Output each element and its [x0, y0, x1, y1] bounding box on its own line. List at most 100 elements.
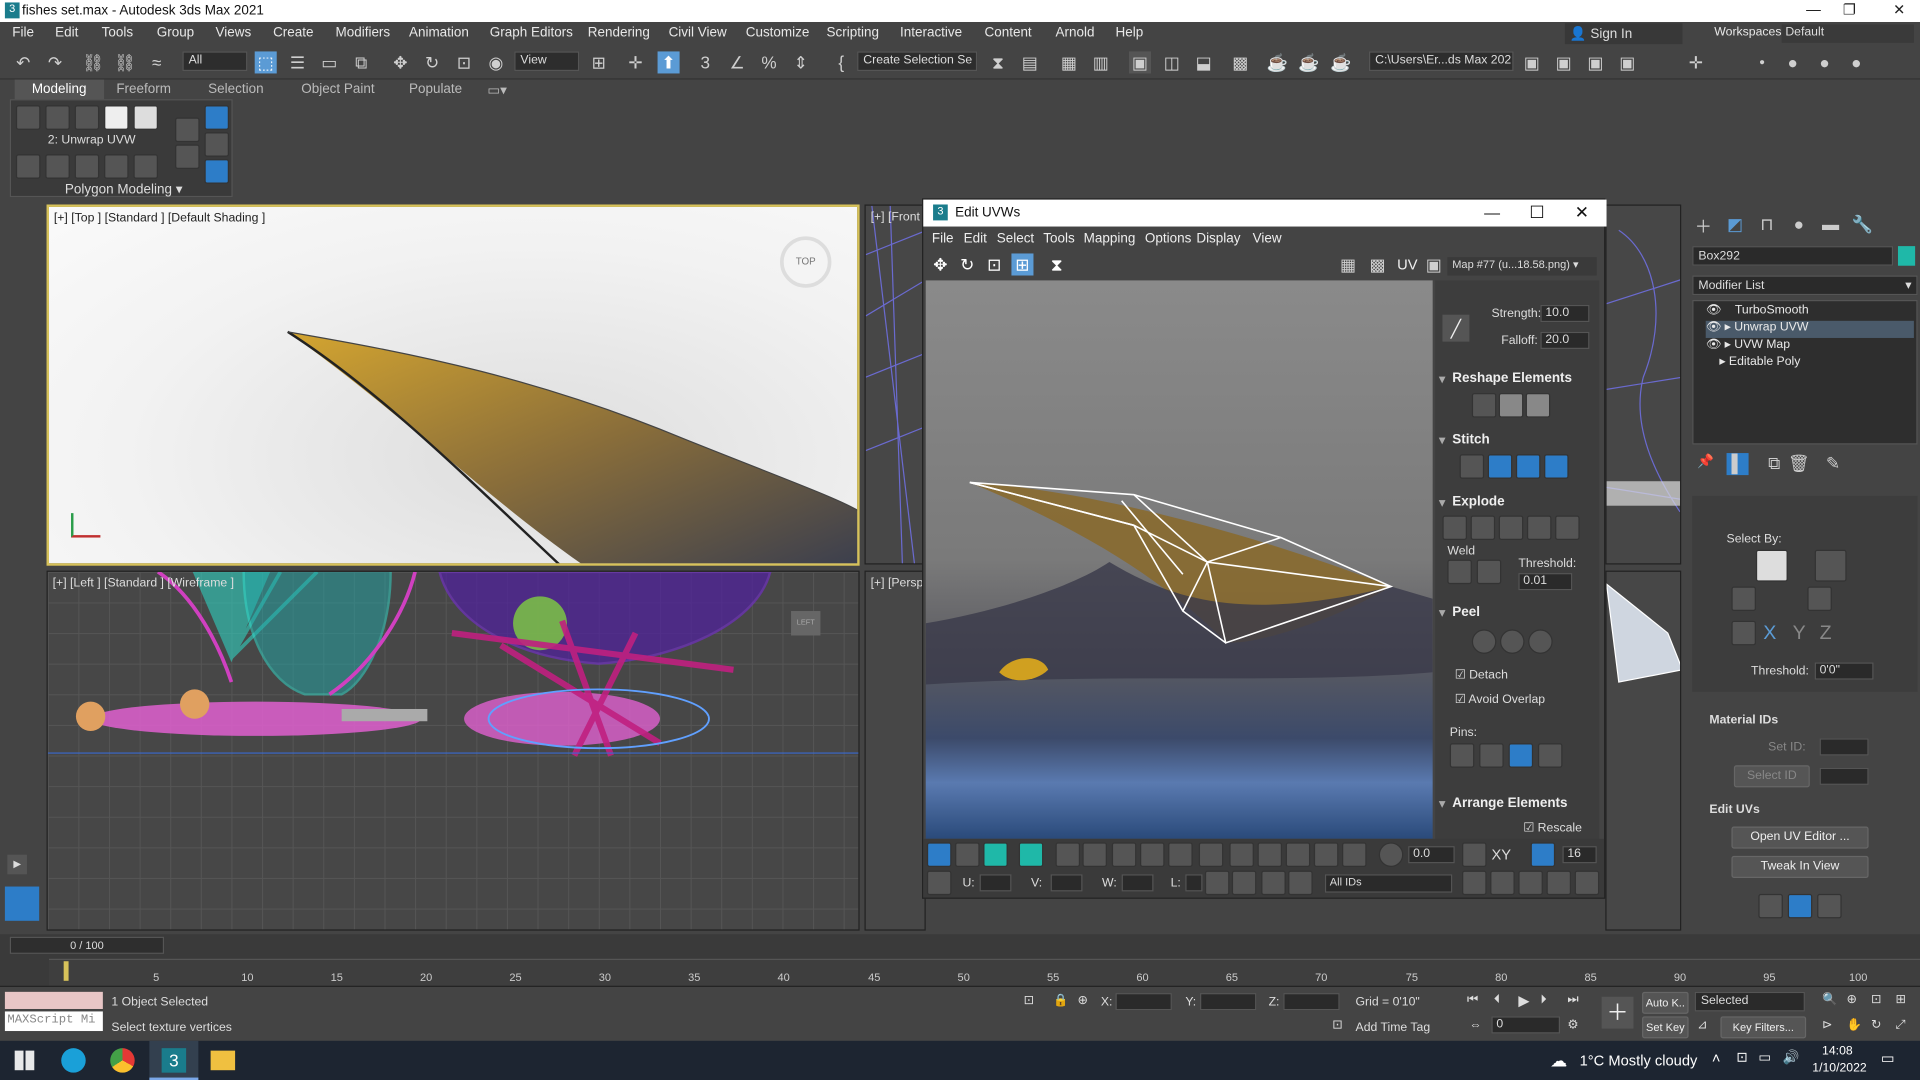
menu-arnold[interactable]: Arnold: [1056, 26, 1095, 41]
maximize-viewport-icon[interactable]: ⤢: [1896, 1019, 1906, 1032]
explode-icon-1[interactable]: [1442, 515, 1467, 541]
ribbon-btn-5[interactable]: [133, 154, 158, 179]
selection-set-dropdown[interactable]: Create Selection Se: [857, 51, 978, 72]
vertex-icon[interactable]: [15, 105, 41, 130]
uv-paint-icon[interactable]: [1285, 842, 1311, 867]
viewport-front-label[interactable]: [+] [Front: [871, 211, 920, 224]
uvw-close-button[interactable]: ✕: [1575, 202, 1589, 223]
utilities-tab-icon[interactable]: 🔧: [1851, 214, 1873, 236]
isolate-icon[interactable]: ⊡: [1024, 994, 1034, 1007]
strength-input[interactable]: 10.0: [1540, 304, 1590, 323]
mirror-icon[interactable]: ⧗: [987, 51, 1009, 73]
menu-scripting[interactable]: Scripting: [827, 26, 879, 41]
object-color-swatch[interactable]: [1897, 246, 1916, 266]
edit-uv-icon-3[interactable]: [1817, 893, 1842, 919]
spinner-snap-icon[interactable]: ⇕: [790, 51, 812, 73]
bind-space-warp-icon[interactable]: ≈: [146, 51, 168, 73]
auto-key-button[interactable]: Auto K..: [1642, 991, 1689, 1014]
network-icon[interactable]: ▭: [1758, 1049, 1771, 1066]
cmd-threshold-input[interactable]: 0'0": [1814, 662, 1874, 680]
absolute-mode-icon[interactable]: ⊕: [1078, 994, 1088, 1007]
go-to-end-icon[interactable]: ⏭: [1567, 993, 1578, 1006]
tweak-in-view-button[interactable]: Tweak In View: [1731, 855, 1869, 878]
ribbon-btn-7[interactable]: [175, 144, 200, 169]
uv-freeform-icon[interactable]: ⊞: [1011, 253, 1034, 276]
ribbon-btn-10[interactable]: [204, 159, 229, 184]
zoom-icon[interactable]: [1490, 870, 1515, 896]
display-tab-icon[interactable]: ▬: [1820, 214, 1842, 236]
select-icon-a[interactable]: [1731, 586, 1756, 612]
uv-edge-mode-icon[interactable]: [955, 842, 980, 867]
uvw-menu-view[interactable]: View: [1253, 231, 1282, 246]
uv-texture-icon[interactable]: ▣: [1423, 253, 1445, 275]
uv-loop-icon[interactable]: [1111, 842, 1137, 867]
uv-align-h-icon[interactable]: [1229, 842, 1254, 867]
uv-sphere-icon[interactable]: [1261, 870, 1286, 896]
object-name-input[interactable]: Box292: [1692, 246, 1894, 266]
keyboard-shortcut-icon[interactable]: ⬆: [657, 51, 680, 74]
viewport-layout-icon[interactable]: [4, 886, 40, 921]
render-icon[interactable]: ☕: [1298, 51, 1320, 73]
explode-icon-5[interactable]: [1555, 515, 1580, 541]
workspace-dropdown[interactable]: Default: [1781, 24, 1914, 43]
ribbon-btn-9[interactable]: [204, 132, 229, 157]
viewport-top[interactable]: [+] [Top ] [Standard ] [Default Shading …: [46, 204, 860, 566]
file-explorer-icon[interactable]: [210, 1050, 236, 1071]
element-icon[interactable]: [133, 105, 158, 130]
menu-civil-view[interactable]: Civil View: [669, 26, 727, 41]
uv-sun-icon[interactable]: [1288, 870, 1313, 896]
pin-stack-icon[interactable]: ✛: [1685, 51, 1707, 73]
tab-selection[interactable]: Selection: [208, 82, 263, 97]
ribbon-btn-8[interactable]: [204, 105, 229, 130]
viewport-persp-right[interactable]: [1605, 570, 1682, 931]
falloff-input[interactable]: 20.0: [1540, 331, 1590, 349]
menu-views[interactable]: Views: [216, 26, 252, 41]
edge-icon[interactable]: [45, 105, 70, 130]
help-icon[interactable]: [1574, 870, 1600, 896]
set-key-big-icon[interactable]: ＋: [1601, 996, 1634, 1029]
time-config-icon[interactable]: ⚙: [1567, 1019, 1578, 1032]
x-coord-input[interactable]: [1115, 993, 1172, 1011]
snaps-icon[interactable]: 3: [694, 51, 716, 73]
pivot-icon[interactable]: ⊞: [588, 51, 610, 73]
select-by-face-icon[interactable]: [1814, 549, 1847, 582]
maxscript-mini-listener[interactable]: [4, 991, 103, 1009]
l-input[interactable]: [1185, 874, 1203, 892]
y-axis-icon[interactable]: Y: [1793, 623, 1806, 645]
stitch-target-icon[interactable]: [1544, 454, 1569, 479]
uvw-menu-edit[interactable]: Edit: [964, 231, 987, 246]
edit-uvs-header[interactable]: Edit UVs: [1709, 803, 1759, 816]
arrange-elements-header[interactable]: Arrange Elements: [1435, 796, 1599, 812]
chrome-icon[interactable]: [110, 1048, 135, 1073]
rotate-icon[interactable]: ↻: [421, 51, 443, 73]
close-button[interactable]: ✕: [1893, 1, 1905, 18]
menu-content[interactable]: Content: [984, 26, 1031, 41]
uv-soft-select-icon[interactable]: [1378, 842, 1404, 867]
move-icon[interactable]: ✥: [389, 51, 411, 73]
pin-stack-icon[interactable]: 📌: [1695, 453, 1717, 475]
peel-reset-icon[interactable]: [1528, 629, 1553, 654]
viewport-left-label[interactable]: [+] [Left ] [Standard ] [Wireframe ]: [53, 577, 234, 590]
detach-checkbox[interactable]: ☑ Detach: [1455, 669, 1508, 682]
relax-settings-icon[interactable]: [1525, 393, 1551, 418]
explode-icon-2[interactable]: [1470, 515, 1496, 541]
orbit-icon[interactable]: ↻: [1871, 1019, 1881, 1032]
xref-icon[interactable]: ▣: [1585, 51, 1607, 73]
remove-modifier-icon[interactable]: 🗑: [1788, 453, 1810, 475]
zoom-extents-icon[interactable]: [1546, 870, 1572, 896]
key-filter-dropdown[interactable]: Selected: [1694, 991, 1805, 1012]
zoom-extents-viewport-icon[interactable]: ⊡: [1871, 993, 1881, 1006]
pin-icon-4[interactable]: [1537, 743, 1563, 768]
uv-pen-icon[interactable]: [1231, 870, 1257, 896]
uv-grid-snap-icon[interactable]: [1530, 842, 1556, 867]
map-dropdown[interactable]: Map #77 (u...18.58.png) ▾: [1447, 257, 1597, 276]
uvw-menu-select[interactable]: Select: [997, 231, 1034, 246]
pin-icon-3[interactable]: [1508, 743, 1534, 768]
pin-icon-2[interactable]: [1479, 743, 1504, 768]
uv-grid-input[interactable]: 16: [1562, 846, 1597, 864]
modify-tab-icon[interactable]: ◩: [1724, 214, 1746, 236]
uv-brush2-icon[interactable]: [1342, 842, 1367, 867]
ribbon-options-icon[interactable]: ▭▾: [487, 82, 506, 98]
zoom-region-icon[interactable]: [1518, 870, 1543, 896]
make-unique-icon[interactable]: ⧉: [1763, 453, 1785, 475]
